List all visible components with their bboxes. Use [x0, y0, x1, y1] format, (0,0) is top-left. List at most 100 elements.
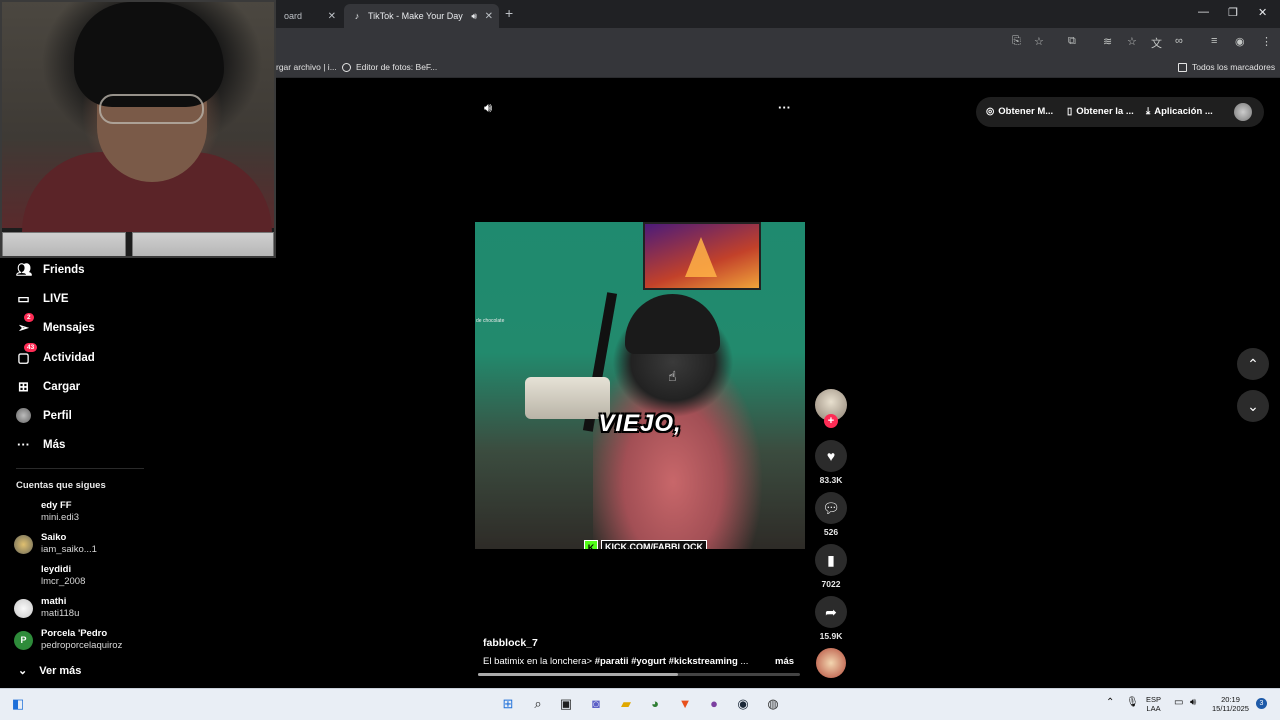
new-tab-icon[interactable]: +: [505, 5, 513, 21]
tiktok-icon: ♪: [354, 11, 360, 21]
clock[interactable]: 20:19 15/11/2025: [1212, 695, 1249, 713]
music-disc-icon[interactable]: [816, 648, 846, 678]
speaker-icon[interactable]: 🔊︎: [471, 11, 477, 22]
notification-count-badge[interactable]: 3: [1256, 698, 1267, 709]
restore-icon[interactable]: ❐: [1228, 6, 1238, 19]
hashtags[interactable]: #paratii #yogurt #kickstreaming: [595, 656, 738, 667]
next-video-button[interactable]: ⌄: [1237, 390, 1269, 422]
tab-label: oard: [284, 11, 303, 21]
profile-avatar[interactable]: [1234, 103, 1252, 121]
video-flame: [685, 237, 717, 277]
kick-logo-icon: K: [584, 540, 598, 549]
sidebar-item-upload[interactable]: ⊞ Cargar: [16, 379, 80, 394]
network-icon[interactable]: ▭: [1174, 698, 1183, 708]
description-text: El batimix en la lonchera>: [483, 656, 595, 667]
video-cap: [625, 294, 720, 354]
webcam-button-right[interactable]: [132, 232, 274, 256]
sidebar-item-more[interactable]: ··· Más: [16, 437, 65, 452]
brave-icon[interactable]: ▼: [677, 696, 693, 712]
avatar: P: [14, 631, 33, 650]
webcam-video: [2, 2, 274, 232]
sidebar-item-profile[interactable]: Perfil: [16, 408, 72, 423]
friends-icon: 👥︎: [16, 262, 33, 277]
webcam-hair: [74, 2, 224, 107]
more-options-icon[interactable]: ···: [778, 100, 791, 115]
bookmark-item[interactable]: Editor de fotos: BeF...: [342, 62, 437, 72]
bookmark-star-icon[interactable]: ☆: [1034, 35, 1044, 48]
following-title: Cuentas que sigues: [16, 480, 106, 491]
file-explorer-icon[interactable]: ▰: [618, 696, 634, 712]
install-app-icon[interactable]: ⎘: [1012, 35, 1021, 48]
comment-button[interactable]: 💬︎ 526: [815, 492, 847, 537]
folder-icon: [1178, 62, 1187, 72]
notification-badge: 43: [24, 343, 38, 352]
volume-icon[interactable]: 🔊︎: [484, 100, 492, 116]
chevron-down-icon: ⌄: [1247, 398, 1259, 414]
volume-tray-icon[interactable]: 🔊︎: [1190, 698, 1196, 708]
media-icon[interactable]: ≡: [1211, 35, 1217, 47]
extensions-icon[interactable]: ⧉: [1068, 35, 1076, 48]
search-icon[interactable]: ⌕: [530, 696, 546, 712]
steam-icon[interactable]: ◉: [735, 696, 751, 712]
minimize-icon[interactable]: —: [1198, 6, 1209, 18]
globe-icon: [342, 62, 351, 72]
following-account[interactable]: edy FF mini.edi3: [14, 500, 144, 526]
follow-plus-icon[interactable]: +: [824, 414, 838, 428]
avatar: [14, 599, 33, 618]
favorites-icon[interactable]: ☆: [1127, 35, 1137, 48]
following-account[interactable]: leydidi lmcr_2008: [14, 564, 144, 590]
sidebar-divider: [16, 468, 144, 469]
tab-board[interactable]: oard ✕: [276, 4, 342, 28]
profile-icon[interactable]: ◉: [1235, 35, 1245, 48]
get-app-button[interactable]: ▯ Obtener la ...: [1067, 106, 1134, 117]
translate-icon[interactable]: 文: [1151, 35, 1162, 51]
video-author[interactable]: fabblock_7: [483, 637, 538, 649]
close-icon[interactable]: ✕: [485, 11, 493, 22]
activity-icon: ▢ 43: [16, 343, 38, 365]
account-name: leydidi: [41, 564, 72, 575]
tab-tiktok[interactable]: ♪ TikTok - Make Your Day 🔊︎ ✕: [344, 4, 499, 28]
app-icon[interactable]: ●: [706, 696, 722, 712]
get-coins-button[interactable]: ◎ Obtener M...: [986, 106, 1053, 117]
task-view-icon[interactable]: ▣: [558, 696, 574, 712]
webcam-button-left[interactable]: [2, 232, 126, 256]
close-icon[interactable]: ✕: [328, 11, 336, 22]
bookmark-item[interactable]: rgar archivo | i...: [276, 62, 337, 72]
app-icon-2[interactable]: ◍: [765, 696, 781, 712]
close-window-icon[interactable]: ✕: [1258, 6, 1267, 19]
clock-date: 15/11/2025: [1212, 704, 1249, 713]
download-app-button[interactable]: ⤓ Aplicación ...: [1146, 106, 1213, 117]
sidebar-item-live[interactable]: ▭ LIVE: [16, 291, 68, 306]
following-account[interactable]: mathi mati118u: [14, 596, 144, 622]
account-name: mathi: [41, 596, 67, 607]
account-handle: lmcr_2008: [41, 576, 86, 587]
save-button[interactable]: ▮ 7022: [815, 544, 847, 589]
extension-icon[interactable]: ≋: [1103, 35, 1112, 48]
sidebar-item-label: Perfil: [43, 409, 72, 422]
kick-badge-text: KICK.COM/FABBLOCK: [601, 540, 707, 549]
all-bookmarks[interactable]: Todos los marcadores: [1178, 62, 1275, 72]
sidebar-item-messages[interactable]: ➢ 2 Mensajes: [16, 313, 95, 335]
kick-badge: K KICK.COM/FABBLOCK: [584, 540, 707, 549]
chrome-icon[interactable]: ◕: [647, 696, 663, 712]
chat-icon[interactable]: ◙: [588, 696, 604, 712]
language-indicator[interactable]: ESP LAA: [1146, 695, 1161, 713]
video-player[interactable]: de chocolate VIEJO, K KICK.COM/FABBLOCK: [475, 222, 805, 549]
more-link[interactable]: más: [775, 656, 794, 667]
chevron-up-icon[interactable]: ⌃: [1106, 698, 1114, 708]
get-app-label: Obtener la ...: [1076, 106, 1134, 117]
microphone-icon[interactable]: 🎙︎: [1126, 698, 1139, 708]
menu-icon[interactable]: ⋮: [1261, 35, 1272, 48]
link-icon[interactable]: ∞: [1175, 35, 1183, 47]
sidebar-item-activity[interactable]: ▢ 43 Actividad: [16, 343, 95, 365]
share-button[interactable]: ➦ 15.9K: [815, 596, 847, 641]
widgets-icon[interactable]: ◧: [10, 696, 26, 712]
following-account[interactable]: P Porcela 'Pedro pedroporcelaquiroz: [14, 628, 144, 654]
like-button[interactable]: ♥ 83.3K: [815, 440, 847, 485]
windows-start-icon[interactable]: ⊞: [500, 696, 516, 712]
see-more-button[interactable]: ⌄ Ver más: [18, 664, 81, 678]
previous-video-button[interactable]: ⌃: [1237, 348, 1269, 380]
sidebar-item-friends[interactable]: 👥︎ Friends: [16, 262, 85, 277]
video-progress-bar[interactable]: [478, 673, 800, 676]
following-account[interactable]: Saiko iam_saiko...1: [14, 532, 144, 558]
